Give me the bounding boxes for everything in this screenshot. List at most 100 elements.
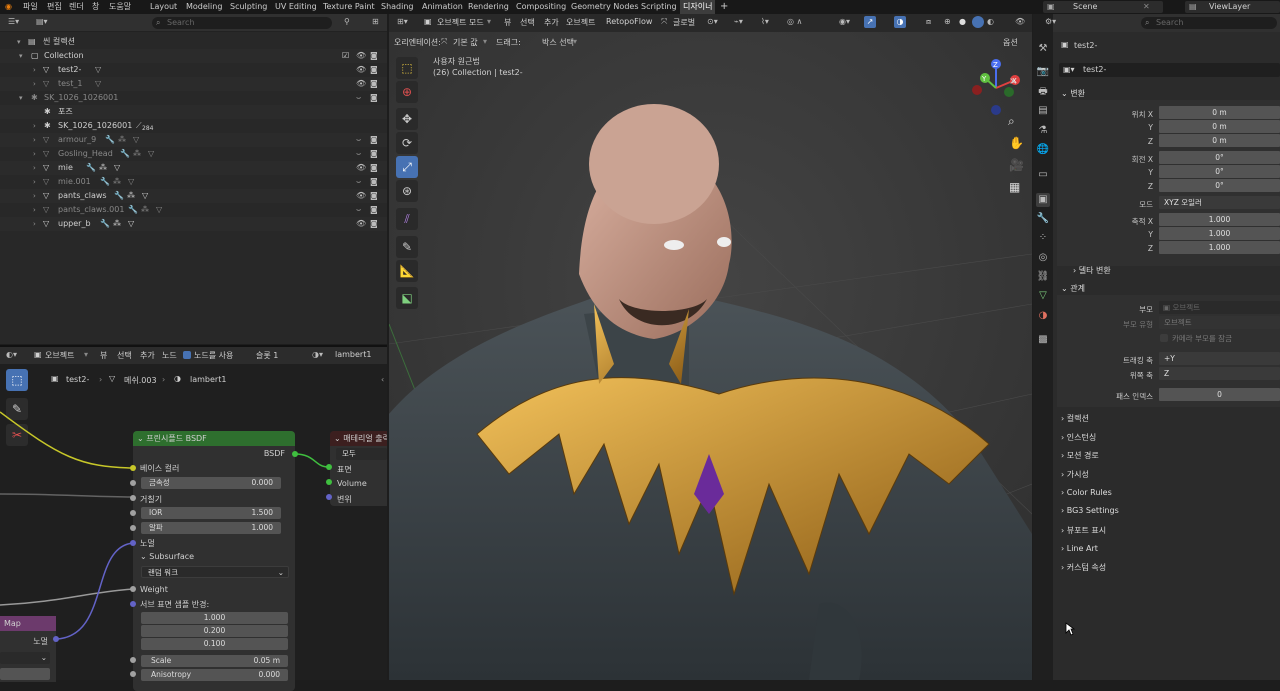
tab-sculpting[interactable]: Sculpting [227,0,270,14]
camera-lock-checkbox[interactable] [1160,334,1168,342]
menu-edit[interactable]: 편집 [44,0,65,14]
material-output-node[interactable]: ⌄ 매테리얼 출력 모두 표면 Volume 변위 [330,431,387,506]
object-name-field[interactable]: ▣▾ test2- [1059,63,1280,77]
3d-viewport[interactable]: ⊞▾ ▣ 오브젝트 모드 ▾ 뷰 선택 추가 오브젝트 RetopoFlow ⤧… [389,14,1032,680]
expand-arrow-icon[interactable]: › [33,77,36,91]
overlays-toggle-icon[interactable]: ◑ [894,16,906,28]
outliner-search[interactable]: ⌕ Search [152,17,332,29]
annotate-tool[interactable]: ✎ [396,236,418,258]
tab-rendering[interactable]: Rendering [465,0,512,14]
tracking-axis-dropdown[interactable]: +Y [1159,352,1280,365]
scale-tool[interactable]: ⤢ [396,156,418,178]
eye-icon[interactable]: 👁 [356,161,366,175]
texture-tab-icon[interactable]: ▩ [1036,333,1050,347]
visibility-panel[interactable]: › 가시성 [1061,469,1089,480]
tab-designer[interactable]: 디자이너 [680,0,716,14]
eye-hidden-icon[interactable]: ⌣ [356,133,361,147]
node-header[interactable]: ⌄ 매테리얼 출력 [330,431,387,446]
editor-type-icon[interactable]: ⊞▾ [397,17,408,26]
cursor-tool[interactable]: ⊕ [396,81,418,103]
line-art-panel[interactable]: › Line Art [1061,544,1098,553]
constraints-tab-icon[interactable]: ⛓ [1036,270,1050,284]
transform-orientation-dropdown[interactable]: 글로벌 [673,17,695,28]
expand-arrow-icon[interactable]: › [33,217,36,231]
parent-type-dropdown[interactable]: 오브젝트 [1159,316,1280,329]
camera-icon[interactable]: ◙ [370,161,378,175]
move-tool[interactable]: ✥ [396,108,418,130]
menu-retopoflow[interactable]: RetopoFlow [606,17,652,26]
rotation-x-field[interactable]: 0° [1159,151,1280,164]
data-tab-icon[interactable]: ▽ [1036,289,1050,303]
expand-arrow-icon[interactable]: › [33,203,36,217]
color-rules-panel[interactable]: › Color Rules [1061,488,1112,497]
scale-x-field[interactable]: 1.000 [1159,213,1280,226]
menu-object[interactable]: 오브젝트 [566,17,595,28]
expand-arrow-icon[interactable]: › [33,161,36,175]
solid-shading-icon[interactable]: ● [959,17,966,26]
normal-map-node[interactable]: Map 노멀 ⌄ [0,616,56,682]
tab-scripting[interactable]: Scripting [638,0,680,14]
outliner-row[interactable]: › ▽ mie.001 🔧 ⁂ ▽ ⌣ ◙ [0,175,387,189]
camera-icon[interactable]: ◙ [370,133,378,147]
tab-compositing[interactable]: Compositing [513,0,569,14]
grid-projection-icon[interactable]: ▦ [1009,180,1020,194]
checkbox-icon[interactable]: ☑ [342,49,349,63]
normal-output-socket[interactable] [53,636,59,642]
principled-bsdf-node[interactable]: ⌄ 프린시플드 BSDF BSDF 베이스 컬러 금속성 0.000 거칠기 IO… [133,431,295,691]
scale-y-field[interactable]: 1.000 [1159,227,1280,240]
anisotropy-socket[interactable] [130,671,136,677]
radius-z-field[interactable]: 0.100 [141,638,288,650]
camera-icon[interactable]: ◙ [370,91,378,105]
menu-render[interactable]: 렌더 [66,0,87,14]
proportional-edit-icon[interactable]: ◎ ∧ [787,17,802,26]
camera-icon[interactable]: ◙ [370,63,378,77]
add-workspace-button[interactable]: + [717,0,731,14]
eye-icon[interactable]: 👁 [1015,17,1025,26]
snap-target-icon[interactable]: ⌇▾ [761,17,769,26]
collapse-arrow-icon[interactable]: ▾ [17,35,21,49]
collection-tab-icon[interactable]: ▭ [1036,168,1050,182]
menu-window[interactable]: 창 [89,0,102,14]
rendered-shading-icon[interactable]: ◐ [987,17,994,26]
uv-map-field[interactable] [0,668,50,680]
ior-field[interactable]: IOR 1.500 [141,507,281,519]
eye-icon[interactable]: 👁 [356,49,366,63]
expand-arrow-icon[interactable]: › [33,133,36,147]
outliner-row[interactable]: › ▽ pants_claws.001 🔧 ⁂ ▽ ⌣ ◙ [0,203,387,217]
outliner-row[interactable]: ▾ ✱ SK_1026_1026001 ⌣ ◙ [0,91,387,105]
eye-hidden-icon[interactable]: ⌣ [356,147,361,161]
material-tab-icon[interactable]: ◑ [1036,309,1050,323]
visibility-icon[interactable]: ◉▾ [839,17,850,26]
location-z-field[interactable]: 0 m [1159,134,1280,147]
new-collection-icon[interactable]: ⊞ [372,17,379,26]
transform-tool[interactable]: ⊛ [396,180,418,202]
snap-icon[interactable]: ⌁▾ [734,17,743,26]
radius-socket[interactable] [130,601,136,607]
camera-icon[interactable]: ◙ [370,203,378,217]
expand-arrow-icon[interactable]: › [33,63,36,77]
particles-tab-icon[interactable]: ⁘ [1036,231,1050,245]
render-tab-icon[interactable]: 📷 [1036,65,1050,79]
alpha-field[interactable]: 알파 1.000 [141,522,281,534]
collections-panel[interactable]: › 컬렉션 [1061,413,1089,424]
custom-properties-panel[interactable]: › 커스텀 속성 [1061,562,1106,573]
eye-hidden-icon[interactable]: ⌣ [356,91,361,105]
tab-texture-paint[interactable]: Texture Paint [320,0,378,14]
location-x-field[interactable]: 0 m [1159,106,1280,119]
display-mode-icon[interactable]: ▤▾ [36,17,48,26]
output-tab-icon[interactable]: 🖶 [1036,85,1050,99]
object-tab-icon[interactable]: ▣ [1036,193,1050,207]
outliner-row[interactable]: ▾ ▢ Collection ☑ 👁 ◙ [0,49,387,63]
view-layer-tab-icon[interactable]: ▤ [1036,104,1050,118]
instancing-panel[interactable]: › 인스턴싱 [1061,432,1096,443]
blender-logo-icon[interactable]: ◉ [2,0,15,14]
filter-icon[interactable]: ⚲ [344,17,350,26]
weight-socket[interactable] [130,586,136,592]
collapse-icon[interactable]: ⌄ [334,434,343,443]
measure-tool[interactable]: 📐 [396,260,418,282]
outliner-row[interactable]: › ▽ mie 🔧 ⁂ ▽ 👁 ◙ [0,161,387,175]
rotation-y-field[interactable]: 0° [1159,165,1280,178]
wireframe-shading-icon[interactable]: ⊕ [944,17,951,26]
tab-layout[interactable]: Layout [147,0,180,14]
rotation-z-field[interactable]: 0° [1159,179,1280,192]
